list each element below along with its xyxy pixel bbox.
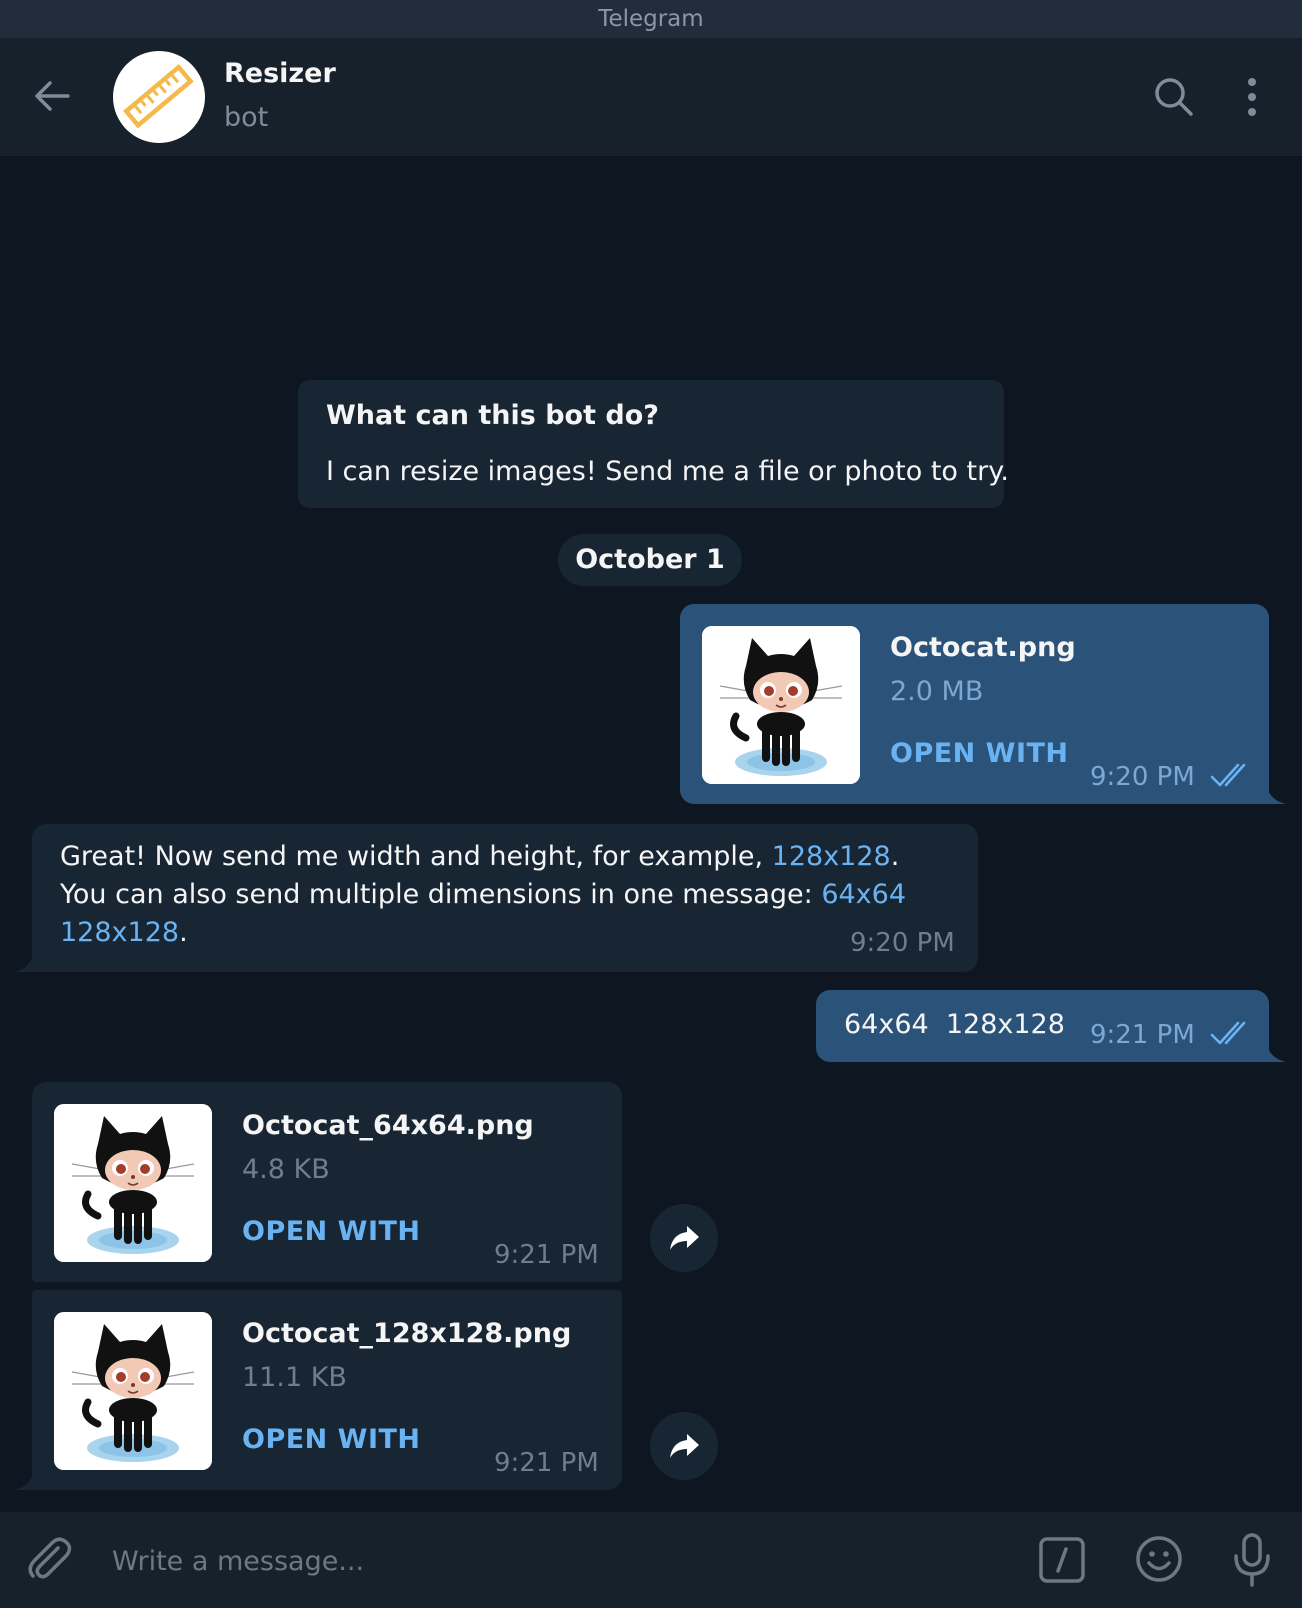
message-incoming-file[interactable]: Octocat_64x64.png 4.8 KB OPEN WITH 9:21 …	[32, 1082, 622, 1282]
file-name[interactable]: Octocat_64x64.png	[242, 1110, 534, 1141]
arrow-left-icon	[35, 81, 70, 111]
message-text: Great! Now send me width and height, for…	[60, 838, 940, 952]
more-button[interactable]	[1240, 75, 1264, 119]
message-composer	[0, 1512, 1302, 1608]
bubble-tail	[14, 1468, 34, 1490]
chat-status: bot	[224, 102, 269, 133]
open-with-button[interactable]: OPEN WITH	[242, 1216, 421, 1247]
file-name[interactable]: Octocat.png	[890, 632, 1076, 663]
message-time: 9:20 PM	[1090, 762, 1195, 792]
emoji-icon	[1136, 1536, 1182, 1582]
message-time: 9:21 PM	[494, 1448, 599, 1478]
ruler-icon	[123, 63, 194, 129]
file-size: 11.1 KB	[242, 1362, 347, 1393]
microphone-icon	[1234, 1533, 1270, 1587]
search-button[interactable]	[1152, 75, 1196, 119]
intro-text: I can resize images! Send me a file or p…	[326, 456, 1009, 487]
open-with-button[interactable]: OPEN WITH	[242, 1424, 421, 1455]
double-check-icon	[1210, 1020, 1252, 1046]
file-thumbnail[interactable]	[54, 1312, 212, 1470]
voice-record-button[interactable]	[1230, 1532, 1274, 1588]
file-size: 4.8 KB	[242, 1154, 330, 1185]
message-input[interactable]	[110, 1532, 994, 1590]
file-thumbnail[interactable]	[702, 626, 860, 784]
forward-button[interactable]	[650, 1204, 718, 1272]
open-with-button[interactable]: OPEN WITH	[890, 738, 1069, 769]
chat-header: Resizer bot	[0, 38, 1302, 157]
text-segment: .	[179, 917, 188, 948]
file-size: 2.0 MB	[890, 676, 984, 707]
share-arrow-icon	[667, 1430, 701, 1462]
file-name[interactable]: Octocat_128x128.png	[242, 1318, 571, 1349]
double-check-icon	[1210, 762, 1252, 788]
bubble-tail	[1266, 782, 1286, 804]
share-arrow-icon	[667, 1222, 701, 1254]
dimension-link[interactable]: 128x128	[772, 841, 891, 872]
attach-button[interactable]	[24, 1534, 74, 1584]
message-incoming-file[interactable]: Octocat_128x128.png 11.1 KB OPEN WITH 9:…	[32, 1290, 622, 1490]
message-text: 64x64 128x128	[844, 1009, 1065, 1040]
file-thumbnail[interactable]	[54, 1104, 212, 1262]
slash-command-icon	[1039, 1537, 1085, 1583]
message-outgoing-file[interactable]: Octocat.png 2.0 MB OPEN WITH 9:20 PM	[680, 604, 1269, 804]
avatar[interactable]	[113, 51, 205, 143]
message-incoming-text: Great! Now send me width and height, for…	[32, 824, 978, 972]
text-segment: Great! Now send me width and height, for…	[60, 841, 772, 872]
message-time: 9:21 PM	[1090, 1020, 1195, 1050]
date-divider: October 1	[558, 534, 742, 586]
bot-commands-button[interactable]	[1038, 1536, 1086, 1584]
paperclip-icon	[28, 1537, 72, 1579]
bot-intro-card: What can this bot do? I can resize image…	[298, 380, 1009, 508]
window-title: Telegram	[0, 0, 1302, 38]
forward-button[interactable]	[650, 1412, 718, 1480]
octocat-image	[702, 626, 860, 784]
chat-name[interactable]: Resizer	[224, 58, 336, 89]
octocat-image	[54, 1312, 212, 1470]
back-button[interactable]	[30, 74, 74, 118]
bubble-tail	[1266, 1040, 1286, 1062]
dimension-link[interactable]: 64x64	[821, 879, 906, 910]
message-time: 9:20 PM	[850, 928, 955, 958]
bubble-tail	[14, 950, 34, 972]
octocat-image	[54, 1104, 212, 1262]
message-outgoing-text: 64x64 128x128 9:21 PM	[816, 990, 1269, 1062]
more-vertical-icon	[1248, 78, 1256, 116]
message-time: 9:21 PM	[494, 1240, 599, 1270]
emoji-button[interactable]	[1134, 1534, 1184, 1584]
search-icon	[1155, 78, 1193, 116]
dimension-link[interactable]: 128x128	[60, 917, 179, 948]
intro-title: What can this bot do?	[326, 400, 659, 431]
